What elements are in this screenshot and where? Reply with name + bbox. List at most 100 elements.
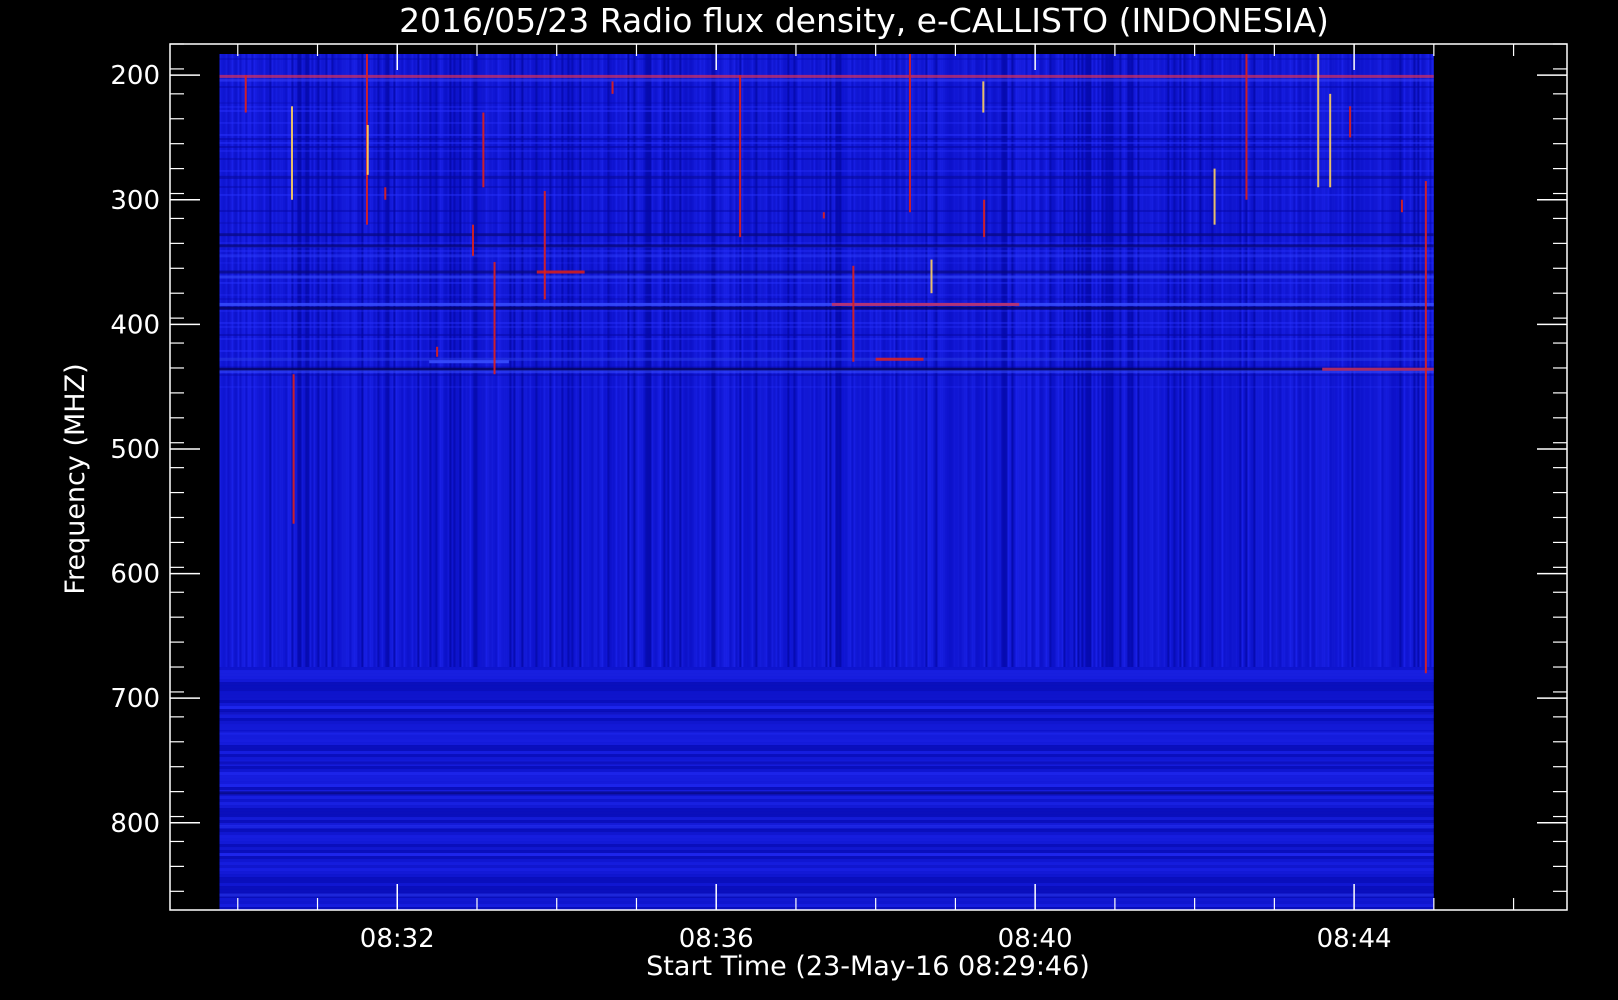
texture-row [219, 850, 1434, 854]
radio-burst [852, 265, 855, 362]
texture-row [219, 886, 1434, 890]
texture-row [219, 109, 1434, 112]
texture-row [219, 859, 1434, 863]
texture-row [219, 333, 1434, 336]
radio-burst [366, 124, 369, 175]
texture-row [219, 676, 1434, 680]
texture-row [219, 667, 1434, 671]
texture-row [219, 700, 1434, 704]
radio-burst [482, 112, 485, 188]
radio-burst [244, 75, 247, 113]
texture-row [219, 742, 1434, 746]
texture-row [219, 249, 1434, 252]
texture-row [219, 365, 1434, 368]
radio-burst [1245, 53, 1248, 200]
texture-row [219, 297, 1434, 300]
interference-band [219, 731, 1434, 735]
texture-row [219, 157, 1434, 160]
radio-burst [822, 212, 825, 219]
texture-row [219, 829, 1434, 833]
texture-row [219, 817, 1434, 821]
texture-row [219, 688, 1434, 692]
texture-row [219, 673, 1434, 677]
texture-row [219, 889, 1434, 893]
radio-burst [611, 81, 614, 94]
interference-band [219, 270, 1434, 274]
y-tick-label: 500 [110, 435, 160, 465]
texture-row [219, 874, 1434, 878]
y-tick-label: 700 [110, 684, 160, 714]
radio-spectrogram-chart: 2016/05/23 Radio flux density, e-CALLIST… [60, 1, 1568, 982]
texture-row [219, 141, 1434, 144]
radio-burst [384, 187, 387, 200]
texture-row [219, 281, 1434, 284]
texture-row [219, 799, 1434, 803]
texture-row [219, 769, 1434, 773]
radio-burst [290, 106, 293, 200]
texture-row [219, 844, 1434, 848]
texture-row [219, 706, 1434, 710]
texture-row [219, 832, 1434, 836]
interference-segment [429, 360, 509, 364]
x-tick-label: 08:40 [998, 924, 1073, 954]
texture-row [219, 682, 1434, 686]
texture-row [219, 856, 1434, 860]
texture-row [219, 691, 1434, 695]
radio-burst [292, 374, 295, 524]
texture-row [219, 261, 1434, 264]
texture-row [219, 871, 1434, 875]
texture-row [219, 679, 1434, 683]
texture-row [219, 373, 1434, 376]
texture-row [219, 748, 1434, 752]
texture-row [219, 835, 1434, 839]
texture-row [219, 721, 1434, 725]
interference-band [219, 825, 1434, 829]
texture-row [219, 898, 1434, 902]
texture-row [219, 85, 1434, 88]
texture-row [219, 820, 1434, 824]
interference-band [219, 244, 1434, 248]
texture-row [219, 321, 1434, 324]
texture-row [219, 904, 1434, 908]
texture-row [219, 337, 1434, 340]
texture-row [219, 293, 1434, 296]
texture-row [219, 880, 1434, 884]
texture-row [219, 787, 1434, 791]
interference-band [219, 761, 1434, 765]
texture-row [219, 784, 1434, 788]
texture-row [219, 709, 1434, 713]
texture-row [219, 727, 1434, 731]
interference-segment [831, 302, 1020, 306]
interference-band [219, 254, 1434, 258]
interference-segment [875, 357, 924, 361]
y-tick-label: 800 [110, 809, 160, 839]
texture-row [219, 739, 1434, 743]
texture-row [219, 808, 1434, 812]
radio-burst [543, 191, 546, 300]
texture-row [219, 781, 1434, 785]
texture-row [219, 838, 1434, 842]
texture-row [219, 309, 1434, 312]
interference-band [219, 233, 1434, 237]
radio-burst [1213, 168, 1216, 225]
x-tick-label: 08:36 [679, 924, 754, 954]
radio-burst [1329, 93, 1332, 188]
texture-row [219, 862, 1434, 866]
texture-row [219, 149, 1434, 152]
radio-burst [1317, 53, 1320, 188]
texture-row [219, 868, 1434, 872]
texture-row [219, 778, 1434, 782]
texture-row [219, 221, 1434, 224]
texture-row [219, 745, 1434, 749]
texture-row [219, 145, 1434, 148]
texture-row [219, 772, 1434, 776]
interference-band [219, 175, 1434, 179]
x-tick-label: 08:32 [360, 924, 435, 954]
texture-row [219, 814, 1434, 818]
texture-row [219, 757, 1434, 761]
radio-burst [983, 199, 986, 238]
texture-row [219, 57, 1434, 60]
interference-band [219, 357, 1434, 361]
texture-row [219, 241, 1434, 244]
x-axis-label: Start Time (23-May-16 08:29:46) [646, 951, 1090, 982]
